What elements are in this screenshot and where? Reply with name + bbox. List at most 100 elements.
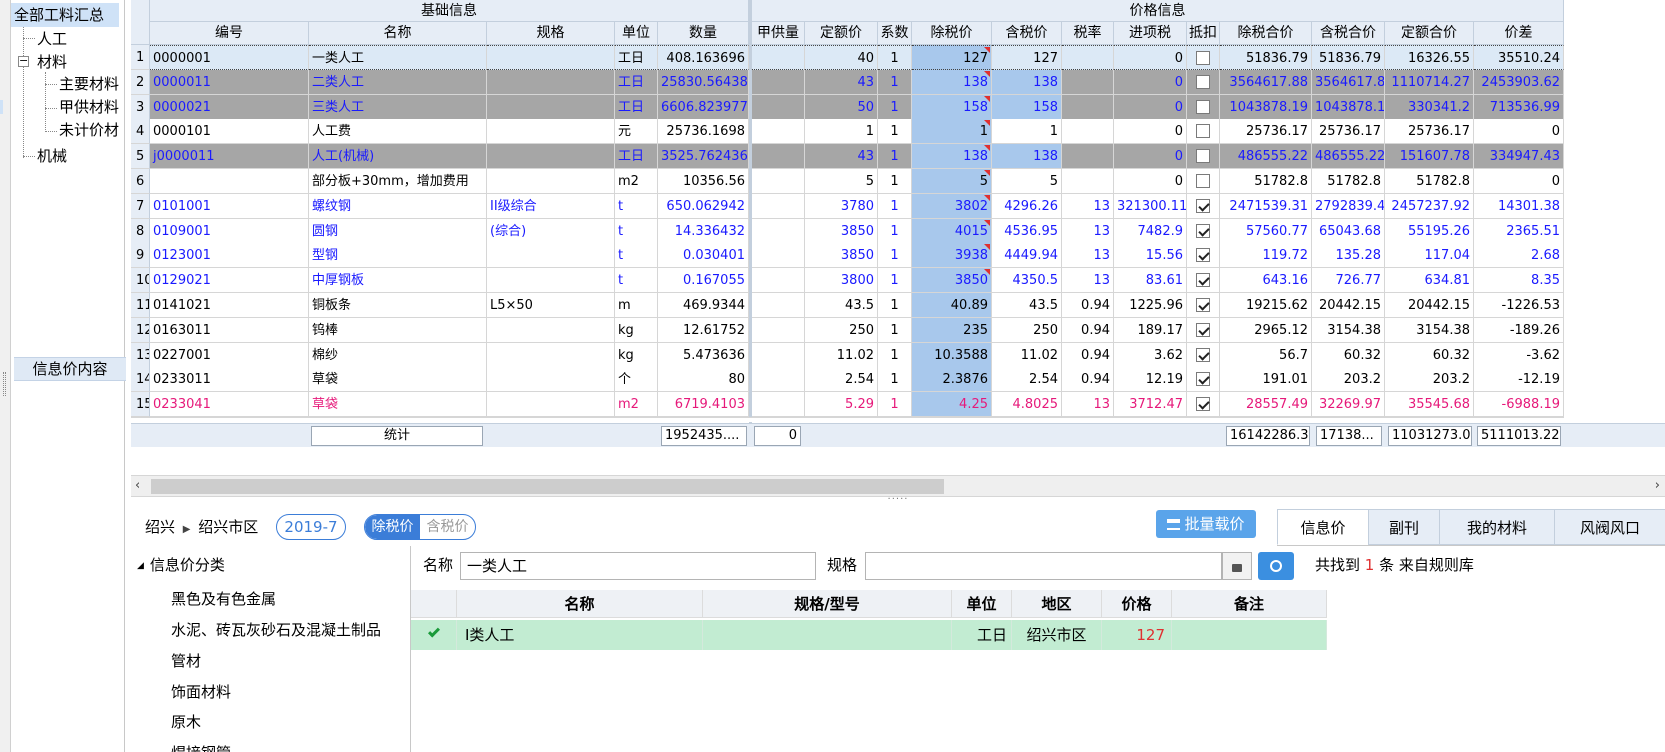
cell-deduct[interactable] xyxy=(1187,293,1220,318)
cell-spec[interactable] xyxy=(487,243,615,268)
cell-qty[interactable]: 5.473636 xyxy=(658,343,749,368)
cell-exTaxTotal[interactable]: 28557.49 xyxy=(1220,392,1312,417)
checkbox-icon[interactable] xyxy=(1196,50,1210,65)
scrollbar-thumb[interactable] xyxy=(151,479,944,494)
cell-diff[interactable]: 8.35 xyxy=(1474,268,1564,293)
cell-exTaxTotal[interactable]: 57560.77 xyxy=(1220,219,1312,244)
cell-inTax[interactable]: 2.54 xyxy=(992,367,1062,392)
cell-inputTax[interactable]: 83.61 xyxy=(1114,268,1187,293)
cell-code[interactable]: 0109001 xyxy=(150,219,309,244)
cell-rate[interactable]: 13 xyxy=(1062,268,1114,293)
cell-exTaxTotal[interactable]: 51836.79 xyxy=(1220,45,1312,70)
cell-coef[interactable]: 1 xyxy=(878,268,912,293)
cell-deduct[interactable] xyxy=(1187,243,1220,268)
cell-spec[interactable] xyxy=(487,144,615,169)
cell-inputTax[interactable]: 189.17 xyxy=(1114,318,1187,343)
cell-inTaxTotal[interactable]: 32269.97 xyxy=(1312,392,1385,417)
checkbox-icon[interactable] xyxy=(1196,173,1210,188)
cell-quotaTotal[interactable]: 55195.26 xyxy=(1385,219,1474,244)
result-cell-spec[interactable] xyxy=(703,620,952,650)
cell-unit[interactable]: 元 xyxy=(615,119,658,144)
result-cell-unit[interactable]: 工日 xyxy=(952,620,1012,650)
cell-quotaTotal[interactable]: 117.04 xyxy=(1385,243,1474,268)
tab-info-price[interactable]: 信息价 xyxy=(1277,509,1369,545)
cell-coef[interactable]: 1 xyxy=(878,144,912,169)
cell-unit[interactable]: kg xyxy=(615,343,658,368)
cell-inTax[interactable]: 5 xyxy=(992,169,1062,194)
cell-quotaTotal[interactable]: 25736.17 xyxy=(1385,119,1474,144)
tax-mode-toggle[interactable]: 除税价 含税价 xyxy=(364,514,476,540)
cell-quota[interactable]: 5.29 xyxy=(805,392,878,417)
cell-qty[interactable]: 25736.1698 xyxy=(658,119,749,144)
checkbox-checked-icon[interactable] xyxy=(1196,198,1210,213)
cell-inTax[interactable]: 138 xyxy=(992,70,1062,95)
column-header-rate[interactable]: 税率 xyxy=(1062,22,1114,45)
tree-item-main-material[interactable]: 主要材料 xyxy=(59,72,119,96)
cell-exTaxTotal[interactable]: 51782.8 xyxy=(1220,169,1312,194)
name-search-input[interactable]: 一类人工 xyxy=(460,552,816,580)
cell-rate[interactable] xyxy=(1062,144,1114,169)
cell-exTaxTotal[interactable]: 119.72 xyxy=(1220,243,1312,268)
cell-supply[interactable] xyxy=(752,169,805,194)
cell-rate[interactable]: 0.94 xyxy=(1062,367,1114,392)
cell-code[interactable]: 0000011 xyxy=(150,70,309,95)
cell-inputTax[interactable]: 1225.96 xyxy=(1114,293,1187,318)
cell-inTaxTotal[interactable]: 3154.38 xyxy=(1312,318,1385,343)
category-item[interactable]: 焊接钢管 xyxy=(171,738,231,752)
cell-exTax[interactable]: 10.3588 xyxy=(912,343,992,368)
category-item[interactable]: 饰面材料 xyxy=(171,677,231,707)
cell-inTax[interactable]: 138 xyxy=(992,144,1062,169)
cell-quotaTotal[interactable]: 634.81 xyxy=(1385,268,1474,293)
cell-inTax[interactable]: 43.5 xyxy=(992,293,1062,318)
cell-inTax[interactable]: 4536.95 xyxy=(992,219,1062,244)
cell-spec[interactable] xyxy=(487,45,615,70)
cell-qty[interactable]: 0.167055 xyxy=(658,268,749,293)
cell-quotaTotal[interactable]: 203.2 xyxy=(1385,367,1474,392)
cell-supply[interactable] xyxy=(752,45,805,70)
cell-coef[interactable]: 1 xyxy=(878,45,912,70)
cell-exTaxTotal[interactable]: 2471539.31 xyxy=(1220,194,1312,219)
cell-code[interactable]: 0163011 xyxy=(150,318,309,343)
cell-spec[interactable] xyxy=(487,70,615,95)
cell-quota[interactable]: 5 xyxy=(805,169,878,194)
cell-unit[interactable]: 工日 xyxy=(615,70,658,95)
checkbox-icon[interactable] xyxy=(1196,123,1210,138)
cell-quotaTotal[interactable]: 1110714.27 xyxy=(1385,70,1474,95)
cell-exTaxTotal[interactable]: 19215.62 xyxy=(1220,293,1312,318)
cell-rate[interactable]: 13 xyxy=(1062,243,1114,268)
cell-exTax[interactable]: 5 xyxy=(912,169,992,194)
cell-coef[interactable]: 1 xyxy=(878,194,912,219)
left-dock-strip[interactable] xyxy=(0,0,11,752)
cell-inTax[interactable]: 4449.94 xyxy=(992,243,1062,268)
cell-name[interactable]: 二类人工 xyxy=(309,70,487,95)
cell-diff[interactable]: 14301.38 xyxy=(1474,194,1564,219)
cell-name[interactable]: 螺纹钢 xyxy=(309,194,487,219)
subregion-label[interactable]: 绍兴市区 xyxy=(198,518,258,536)
cell-qty[interactable]: 25830.564383 xyxy=(658,70,749,95)
cell-code[interactable]: 0233011 xyxy=(150,367,309,392)
cell-exTaxTotal[interactable]: 1043878.19 xyxy=(1220,95,1312,120)
cell-exTax[interactable]: 2.3876 xyxy=(912,367,992,392)
cell-diff[interactable]: 2.68 xyxy=(1474,243,1564,268)
cell-inputTax[interactable]: 12.19 xyxy=(1114,367,1187,392)
tab-damper-vent[interactable]: 风阀风口 xyxy=(1554,509,1665,545)
cell-name[interactable]: 三类人工 xyxy=(309,95,487,120)
cell-qty[interactable]: 469.9344 xyxy=(658,293,749,318)
cell-exTaxTotal[interactable]: 3564617.88 xyxy=(1220,70,1312,95)
cell-quota[interactable]: 3850 xyxy=(805,219,878,244)
cell-quotaTotal[interactable]: 330341.2 xyxy=(1385,95,1474,120)
cell-rate[interactable]: 0.94 xyxy=(1062,343,1114,368)
cell-inputTax[interactable]: 0 xyxy=(1114,144,1187,169)
cell-diff[interactable]: -189.26 xyxy=(1474,318,1564,343)
cell-quotaTotal[interactable]: 51782.8 xyxy=(1385,169,1474,194)
cell-quota[interactable]: 3850 xyxy=(805,243,878,268)
checkbox-icon[interactable] xyxy=(1196,148,1210,163)
cell-supply[interactable] xyxy=(752,70,805,95)
cell-quotaTotal[interactable]: 35545.68 xyxy=(1385,392,1474,417)
cell-inTax[interactable]: 158 xyxy=(992,95,1062,120)
cell-supply[interactable] xyxy=(752,243,805,268)
scroll-left-icon[interactable]: ‹ xyxy=(135,478,140,493)
cell-deduct[interactable] xyxy=(1187,219,1220,244)
cell-quota[interactable]: 43.5 xyxy=(805,293,878,318)
tab-supplement[interactable]: 副刊 xyxy=(1368,509,1440,545)
